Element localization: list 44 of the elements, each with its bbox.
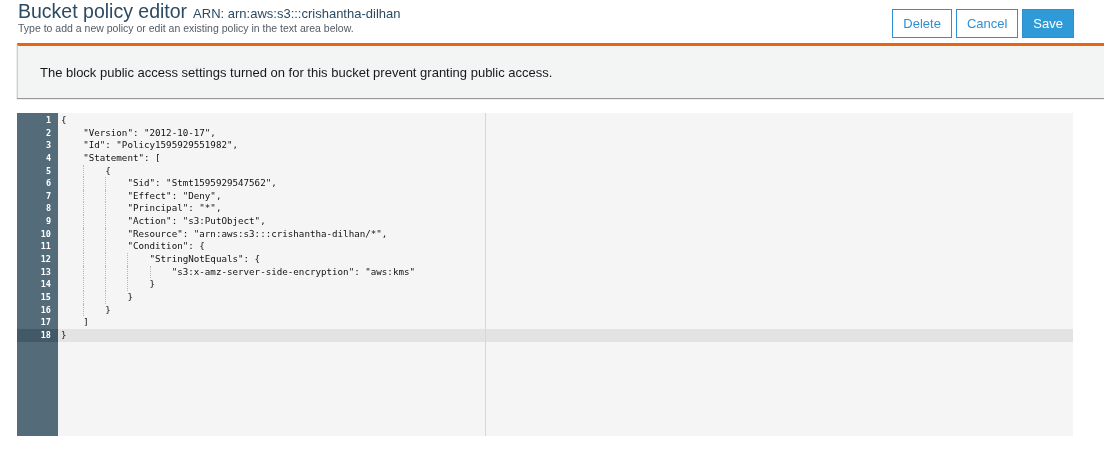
line-number: 1 <box>44 114 52 127</box>
code-line: "s3:x-amz-server-side-encryption": "aws:kms" <box>171 265 415 279</box>
line-number: 3 <box>44 139 52 152</box>
code-line: "Sid": "Stmt1595929547562", <box>127 177 277 190</box>
line-number: 12 <box>39 253 52 266</box>
page-subtitle: Type to add a new policy or edit an existing policy in the text area below. <box>18 22 355 34</box>
line-number: 9 <box>44 215 52 228</box>
code-line: "Version": "2012-10-17", <box>83 126 216 140</box>
code-line: { <box>105 164 111 178</box>
code-line: "Resource": "arn:aws:s3:::crishantha-dilhan/*", <box>127 227 388 241</box>
line-number: 15 <box>39 290 52 304</box>
save-button[interactable]: Save <box>1022 9 1074 38</box>
line-number: 4 <box>44 151 52 165</box>
line-number: 2 <box>44 126 52 140</box>
code-line: "Principal": "*", <box>127 202 222 216</box>
line-number: 10 <box>39 227 52 241</box>
policy-code-editor[interactable] <box>17 113 1073 436</box>
line-number: 6 <box>44 177 52 190</box>
warning-alert: The block public access settings turned on for this bucket prevent granting public access. <box>17 43 1104 98</box>
code-line: } <box>105 303 111 317</box>
bucket-arn: ARN: arn:aws:s3:::crishantha-dilhan <box>193 6 401 21</box>
line-number: 7 <box>44 189 52 203</box>
action-button[interactable]: Delete <box>892 9 952 38</box>
code-line: "Action": "s3:PutObject", <box>127 215 266 228</box>
line-number: 18 <box>17 328 58 342</box>
code-line: } <box>61 328 67 342</box>
code-line: ] <box>83 316 89 329</box>
code-line: "Condition": { <box>127 240 205 254</box>
action-button[interactable]: Cancel <box>955 9 1019 38</box>
line-number: 11 <box>39 240 52 254</box>
line-number: 8 <box>44 202 52 216</box>
code-line: } <box>127 290 133 304</box>
code-line: "StringNotEquals": { <box>149 253 261 266</box>
code-line: "Statement": [ <box>83 151 161 165</box>
line-number: 16 <box>39 303 52 317</box>
code-line: "Effect": "Deny", <box>127 189 222 203</box>
line-number: 13 <box>39 265 52 279</box>
line-number: 14 <box>39 278 52 291</box>
code-line: } <box>149 278 156 291</box>
page-title: Bucket policy editor <box>18 0 188 23</box>
line-number: 5 <box>44 164 52 178</box>
code-line: "Id": "Policy1595929551982", <box>83 139 238 152</box>
code-line: { <box>61 114 67 127</box>
line-number: 17 <box>39 316 52 329</box>
